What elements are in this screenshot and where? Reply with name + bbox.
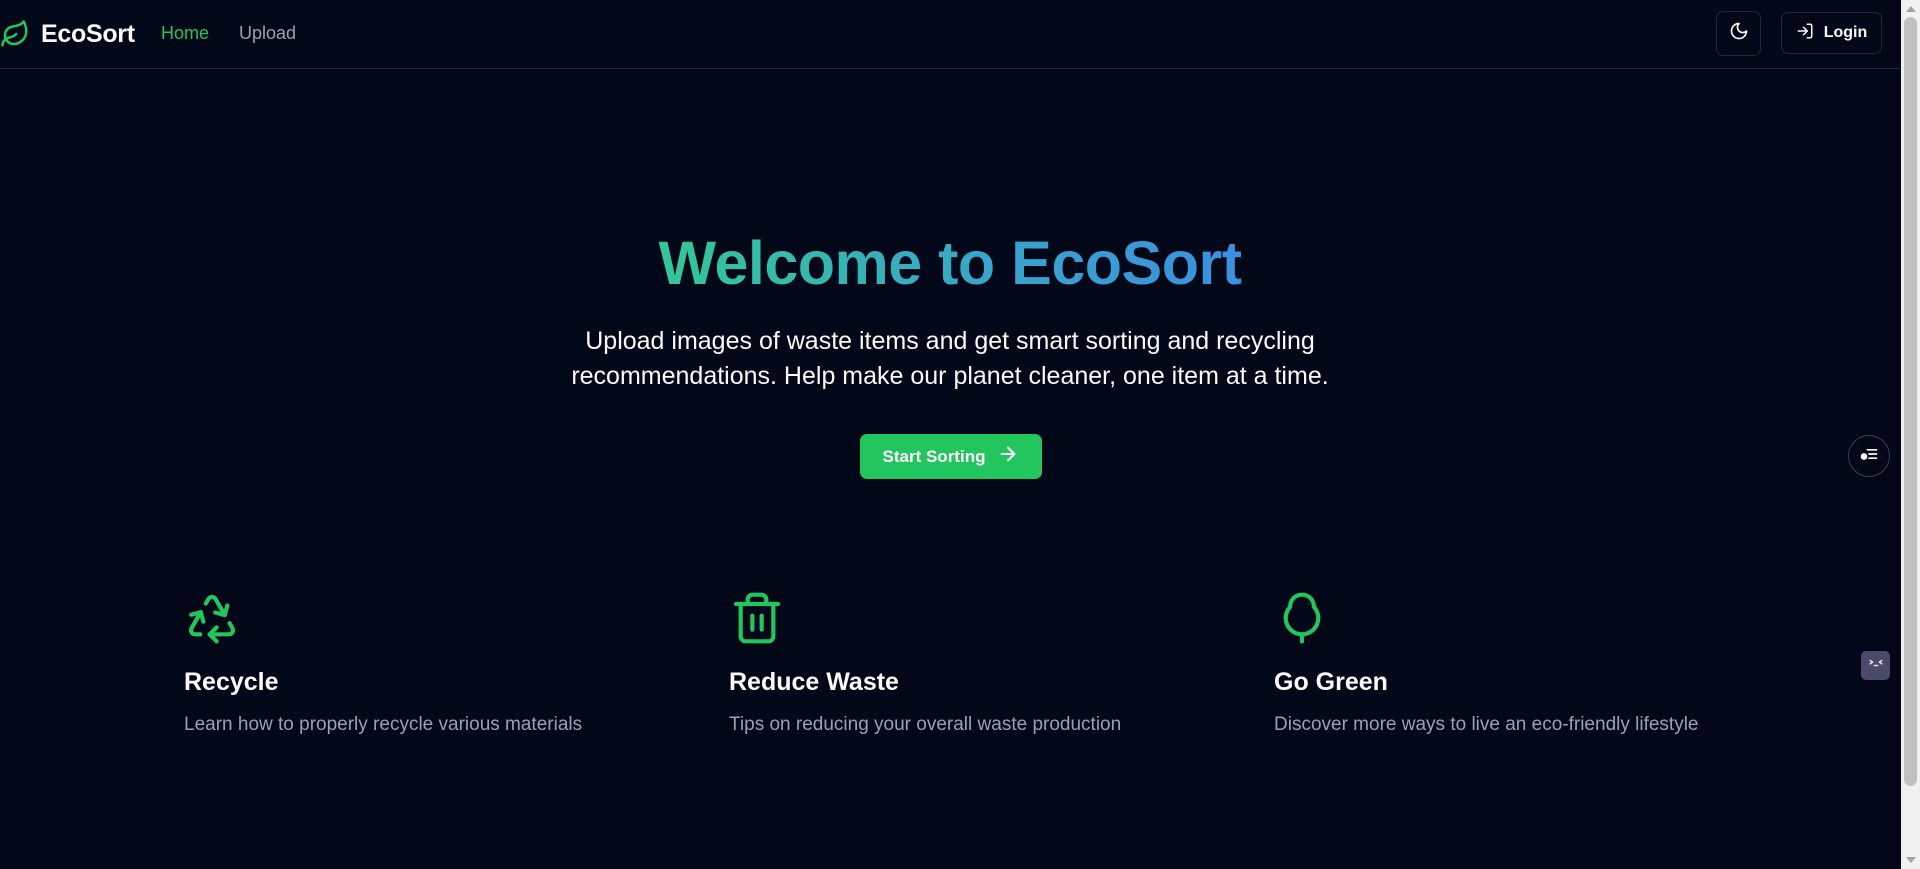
bot-face-icon — [1866, 653, 1886, 678]
theme-toggle-button[interactable] — [1716, 11, 1761, 56]
feature-card-go-green: Go Green Discover more ways to live an e… — [1274, 590, 1794, 736]
nav-link-home[interactable]: Home — [161, 23, 209, 44]
feature-description: Learn how to properly recycle various ma… — [184, 714, 583, 735]
feature-card-reduce-waste: Reduce Waste Tips on reducing your overa… — [729, 590, 1249, 736]
scroll-down-arrow-icon[interactable] — [1906, 857, 1916, 863]
hero-title: Welcome to EcoSort — [0, 228, 1900, 298]
trash-icon — [729, 590, 785, 646]
tree-icon — [1274, 590, 1330, 646]
brand[interactable]: EcoSort — [0, 18, 135, 50]
login-label: Login — [1823, 24, 1868, 41]
page-scrollbar[interactable] — [1901, 0, 1920, 869]
scroll-thumb[interactable] — [1904, 17, 1917, 786]
feature-card-recycle: Recycle Learn how to properly recycle va… — [184, 590, 704, 736]
recycle-icon — [184, 590, 240, 646]
login-button[interactable]: Login — [1781, 12, 1882, 54]
login-icon — [1796, 22, 1814, 45]
navbar: EcoSort Home Upload Login — [0, 0, 1900, 69]
scroll-up-arrow-icon[interactable] — [1906, 6, 1916, 12]
list-settings-icon — [1859, 444, 1879, 469]
start-sorting-button[interactable]: Start Sorting — [860, 434, 1042, 479]
feature-description: Tips on reducing your overall waste prod… — [729, 714, 1122, 735]
hero-title-text: Welcome to EcoSort — [658, 229, 1242, 297]
start-sorting-label: Start Sorting — [882, 446, 986, 466]
assistant-widget-button[interactable] — [1861, 651, 1890, 680]
leaf-icon — [0, 19, 30, 49]
feature-title: Reduce Waste — [729, 668, 899, 696]
feature-title: Recycle — [184, 668, 279, 696]
arrow-right-icon — [997, 443, 1019, 470]
floating-menu-button[interactable] — [1848, 435, 1890, 477]
brand-name: EcoSort — [41, 19, 135, 48]
nav-link-upload[interactable]: Upload — [239, 23, 296, 44]
feature-title: Go Green — [1274, 668, 1388, 696]
feature-description: Discover more ways to live an eco-friend… — [1274, 714, 1699, 735]
moon-icon — [1729, 21, 1749, 46]
hero-subtitle: Upload images of waste items and get sma… — [571, 327, 1329, 390]
